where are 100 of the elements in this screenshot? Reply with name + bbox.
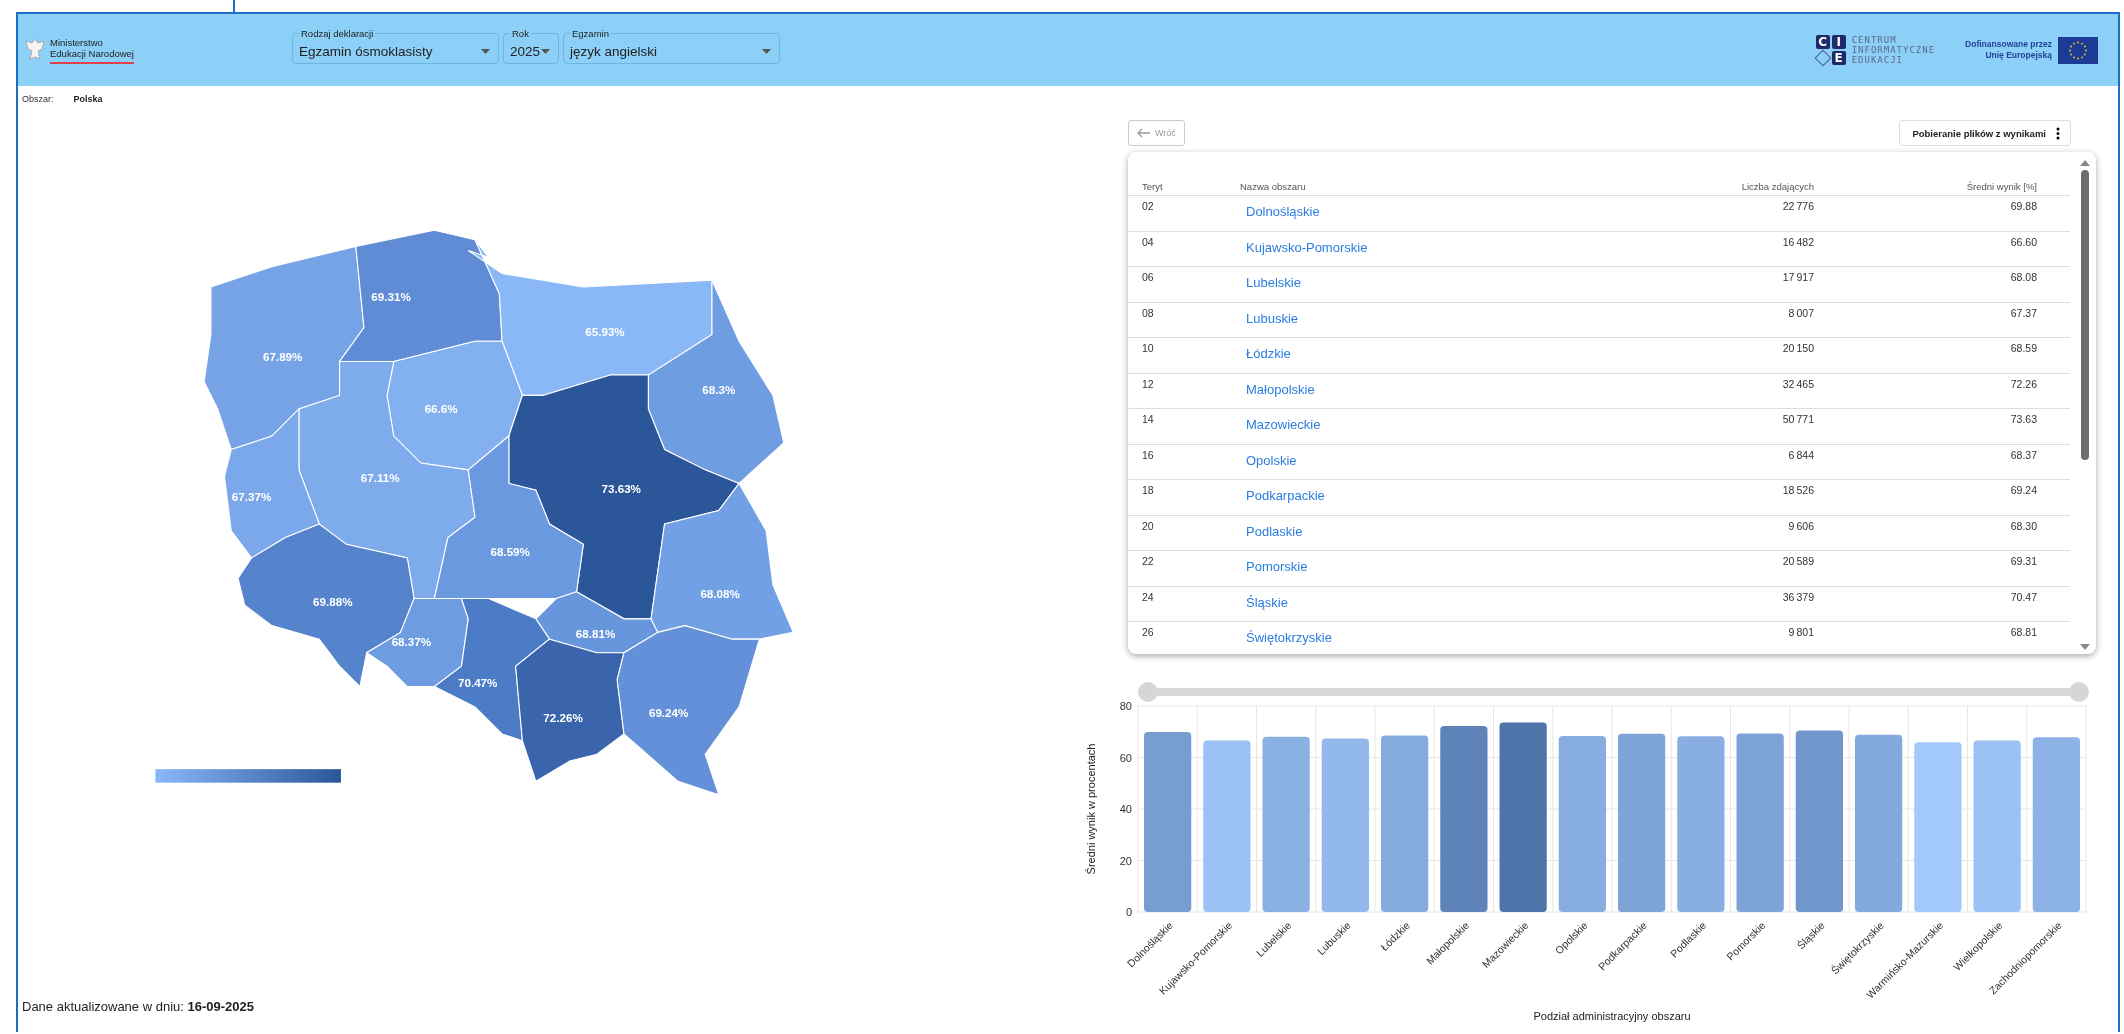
table-cell: 68.37 xyxy=(2010,448,2037,461)
download-button[interactable]: Pobieranie plików z wynikami xyxy=(1899,120,2071,146)
region-shape[interactable] xyxy=(647,279,785,485)
bar[interactable] xyxy=(1381,735,1429,912)
area-link[interactable]: Świętokrzyskie xyxy=(1246,630,1332,645)
region-shape[interactable] xyxy=(338,229,503,363)
region-shape[interactable] xyxy=(515,638,625,783)
region-shape[interactable] xyxy=(616,625,761,796)
region-value: 69.24% xyxy=(648,705,689,719)
emblem-icon xyxy=(24,37,46,63)
bar[interactable] xyxy=(1262,736,1310,912)
y-tick-label: 80 xyxy=(1119,702,1132,712)
table-cell: 20 xyxy=(1142,519,1154,532)
y-tick-label: 0 xyxy=(1125,906,1132,918)
caret-icon xyxy=(541,48,550,54)
area-link[interactable]: Lubelskie xyxy=(1246,275,1301,290)
select-field[interactable]: Rodzaj deklaracji Egzamin ósmoklasisty xyxy=(292,28,499,64)
area-link[interactable]: Mazowieckie xyxy=(1246,417,1321,432)
table-cell: 16 482 xyxy=(1782,235,1814,248)
region-shape[interactable] xyxy=(433,434,584,600)
region-value: 68.59% xyxy=(490,544,530,558)
y-tick-label: 20 xyxy=(1119,854,1132,867)
bar[interactable] xyxy=(2032,737,2080,912)
table-cell: 9 606 xyxy=(1788,519,1814,532)
region-value: 69.88% xyxy=(313,594,353,608)
caret-icon xyxy=(481,48,490,54)
slider-handle[interactable] xyxy=(1138,682,1158,703)
table-cell: 69.24 xyxy=(2010,484,2037,496)
bar[interactable] xyxy=(1618,733,1666,912)
table-cell: 69.31 xyxy=(2010,555,2037,567)
area-link[interactable]: Podlaskie xyxy=(1246,523,1303,539)
table-cell: 18 526 xyxy=(1782,484,1814,496)
slider-handle[interactable] xyxy=(2069,682,2089,703)
table-cell: 73.63 xyxy=(2010,413,2037,425)
table-cell: 68.08 xyxy=(2010,271,2037,283)
region-value: 68.08% xyxy=(700,586,740,600)
scrollbar-thumb[interactable] xyxy=(2081,170,2089,460)
area-link[interactable]: Pomorskie xyxy=(1246,559,1308,574)
region-value: 68.81% xyxy=(575,627,616,641)
column-header: Teryt xyxy=(1142,181,1163,192)
bar[interactable] xyxy=(1736,733,1784,912)
region-shape[interactable] xyxy=(386,340,523,471)
area-link[interactable]: Opolskie xyxy=(1246,452,1297,468)
table-cell: 66.60 xyxy=(2010,235,2037,248)
region-value: 66.6% xyxy=(424,402,458,416)
table-cell: 72.26 xyxy=(2010,377,2037,390)
bar[interactable] xyxy=(1144,732,1192,912)
table-cell: 22 xyxy=(1142,555,1154,567)
area-value: Polska xyxy=(73,94,103,104)
more-icon xyxy=(2056,126,2060,140)
table-cell: 06 xyxy=(1142,271,1154,283)
bar[interactable] xyxy=(1973,740,2021,912)
bar[interactable] xyxy=(1558,735,1606,912)
region-shape[interactable] xyxy=(203,245,365,451)
bar[interactable] xyxy=(1440,725,1488,912)
region-value: 68.37% xyxy=(391,635,432,649)
area-link[interactable]: Podkarpackie xyxy=(1246,488,1325,503)
table-cell: 17 917 xyxy=(1782,271,1814,283)
axis-title: Średni wynik w procentach xyxy=(1085,743,1097,875)
table-cell: 22 776 xyxy=(1782,200,1814,212)
bar[interactable] xyxy=(1795,730,1843,912)
table-cell: 18 xyxy=(1142,484,1154,496)
scroll-down-icon[interactable] xyxy=(2080,644,2090,651)
area-link[interactable]: Lubuskie xyxy=(1246,310,1299,326)
area-link[interactable]: Łódzkie xyxy=(1246,346,1291,361)
column-header: Średni wynik [%] xyxy=(1966,181,2037,192)
region-shape[interactable] xyxy=(535,591,659,654)
region-value: 70.47% xyxy=(458,675,498,689)
area-link[interactable]: Dolnośląskie xyxy=(1246,204,1320,219)
logo-mark: C I E xyxy=(1815,35,1846,65)
select-field[interactable]: Rok 2025 xyxy=(503,28,559,64)
area-link[interactable]: Kujawsko-Pomorskie xyxy=(1246,239,1368,255)
column-header: Liczba zdających xyxy=(1741,181,1814,192)
region-value: 73.63% xyxy=(601,482,641,496)
scroll-up-icon[interactable] xyxy=(2080,160,2090,166)
region-value: 65.93% xyxy=(585,325,625,339)
select-field[interactable]: Egzamin język angielski xyxy=(563,28,780,64)
table-cell: 04 xyxy=(1142,235,1154,248)
table-cell: 67.37 xyxy=(2010,306,2037,319)
region-value: 67.89% xyxy=(263,349,303,363)
region-value: 69.31% xyxy=(371,289,411,303)
region-shape[interactable] xyxy=(223,407,320,559)
table-cell: 68.81 xyxy=(2010,626,2037,638)
bar[interactable] xyxy=(1677,736,1725,912)
region-shape[interactable] xyxy=(650,482,794,640)
area-label: Obszar: xyxy=(22,94,54,104)
ministry-name: Ministerstwo Edukacji Narodowej xyxy=(50,36,134,64)
table-cell: 68.59 xyxy=(2010,342,2037,354)
caret-icon xyxy=(762,48,771,54)
table-cell: 14 xyxy=(1142,413,1154,425)
bar[interactable] xyxy=(1203,740,1251,912)
bar[interactable] xyxy=(1914,742,1962,912)
region-shape[interactable] xyxy=(298,361,476,600)
region-value: 67.11% xyxy=(360,471,400,485)
area-link[interactable]: Śląskie xyxy=(1246,594,1288,610)
bar[interactable] xyxy=(1321,738,1369,912)
table-cell: 6 844 xyxy=(1788,448,1814,461)
bar[interactable] xyxy=(1855,734,1903,912)
area-link[interactable]: Małopolskie xyxy=(1246,381,1315,397)
bar[interactable] xyxy=(1499,722,1547,912)
